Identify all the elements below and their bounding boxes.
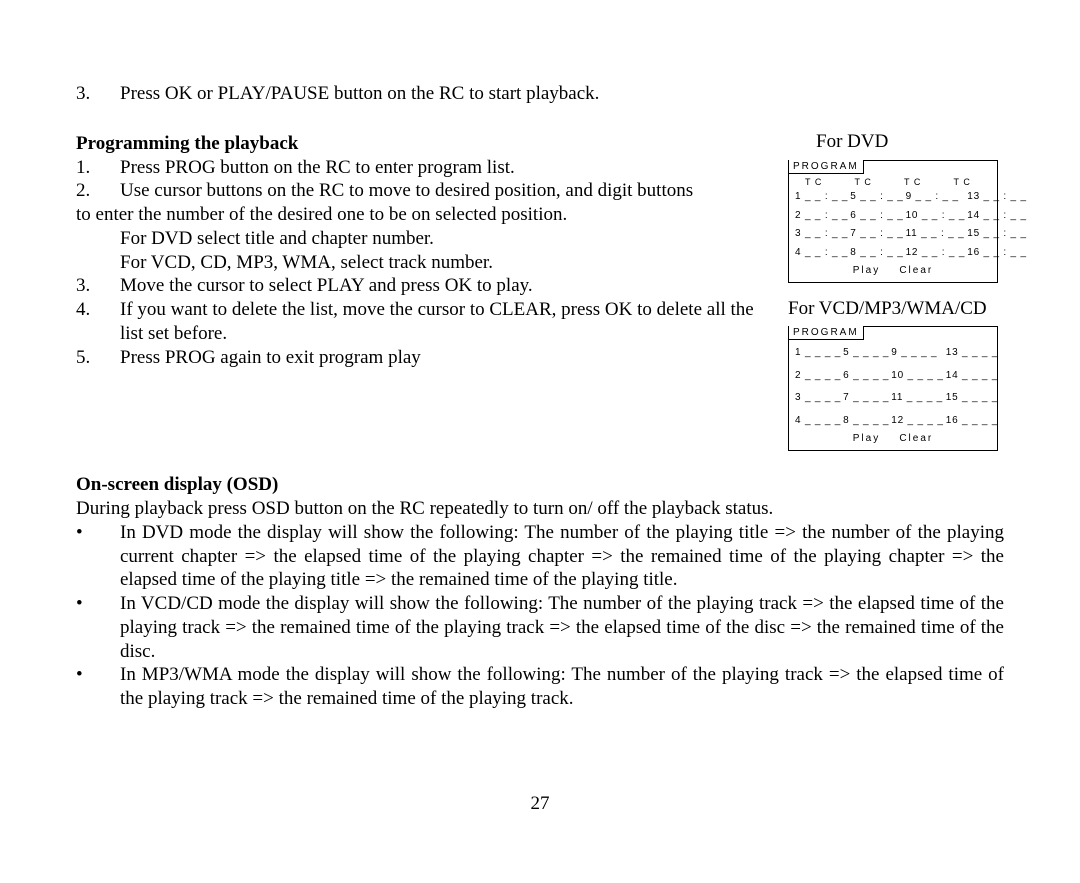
program-tab-label: PROGRAM	[788, 326, 864, 340]
column-header: T C	[944, 177, 992, 188]
program-tab-label: PROGRAM	[788, 160, 864, 174]
list-number: 2.	[76, 179, 120, 203]
bullet-text: In DVD mode the display will show the fo…	[120, 521, 1004, 592]
program-cell: 6 _ _ : _ _	[850, 210, 903, 223]
program-play-label: Play	[853, 433, 880, 444]
list-text: Press PROG button on the RC to enter pro…	[120, 156, 771, 180]
program-cell: 4 _ _ _ _	[795, 415, 841, 428]
figure-caption-vcd: For VCD/MP3/WMA/CD	[788, 297, 1003, 321]
list-text: Press OK or PLAY/PAUSE button on the RC …	[120, 82, 771, 106]
program-cell: 5 _ _ _ _	[843, 347, 889, 360]
program-box-dvd: PROGRAM T C T C T C T C 1 _ _ : _ _5 _ _…	[788, 160, 998, 283]
program-cell: 1 _ _ : _ _	[795, 191, 848, 204]
osd-intro: During playback press OSD button on the …	[76, 497, 1004, 521]
list-text: Use cursor buttons on the RC to move to …	[120, 179, 771, 203]
list-number: 5.	[76, 346, 120, 370]
list-text: Press PROG again to exit program play	[120, 346, 771, 370]
program-cell: 12 _ _ : _ _	[906, 247, 966, 260]
program-cell: 13 _ _ _ _	[946, 347, 998, 360]
program-cell: 2 _ _ _ _	[795, 370, 841, 383]
program-cell: 10 _ _ : _ _	[906, 210, 966, 223]
program-play-label: Play	[853, 265, 880, 276]
bullet-icon: •	[76, 663, 120, 711]
program-cell: 15 _ _ _ _	[946, 392, 998, 405]
program-cell: 16 _ _ _ _	[946, 415, 998, 428]
list-text: Move the cursor to select PLAY and press…	[120, 274, 771, 298]
program-cell: 11 _ _ _ _	[891, 392, 943, 405]
list-number: 4.	[76, 298, 120, 346]
program-box-vcd: PROGRAM 1 _ _ _ _5 _ _ _ _9 _ _ _ _13 _ …	[788, 326, 998, 451]
top-continuation: 3. Press OK or PLAY/PAUSE button on the …	[76, 82, 771, 106]
bullet-text: In MP3/WMA mode the display will show th…	[120, 663, 1004, 711]
program-cell: 3 _ _ : _ _	[795, 228, 848, 241]
program-clear-label: Clear	[899, 433, 933, 444]
list-number: 3.	[76, 274, 120, 298]
program-cell: 15 _ _ : _ _	[967, 228, 1027, 241]
program-cell: 9 _ _ : _ _	[906, 191, 966, 204]
program-cell: 3 _ _ _ _	[795, 392, 841, 405]
program-cell: 11 _ _ : _ _	[906, 228, 966, 241]
program-cell: 7 _ _ _ _	[843, 392, 889, 405]
list-text-continuation: to enter the number of the desired one t…	[76, 203, 771, 227]
program-cell: 7 _ _ : _ _	[850, 228, 903, 241]
program-cell: 8 _ _ _ _	[843, 415, 889, 428]
figure-caption-dvd: For DVD	[816, 130, 1003, 154]
list-number: 1.	[76, 156, 120, 180]
program-cell: 5 _ _ : _ _	[850, 191, 903, 204]
section-heading-osd: On-screen display (OSD)	[76, 473, 1004, 497]
column-header: T C	[845, 177, 893, 188]
bullet-icon: •	[76, 521, 120, 592]
program-cell: 4 _ _ : _ _	[795, 247, 848, 260]
program-cell: 9 _ _ _ _	[891, 347, 943, 360]
program-cell: 2 _ _ : _ _	[795, 210, 848, 223]
list-number: 3.	[76, 82, 120, 106]
side-figures: For DVD PROGRAM T C T C T C T C 1 _ _ : …	[788, 130, 1003, 451]
column-header: T C	[894, 177, 942, 188]
bullet-icon: •	[76, 592, 120, 663]
list-text: If you want to delete the list, move the…	[120, 298, 771, 346]
program-cell: 14 _ _ : _ _	[967, 210, 1027, 223]
column-header: T C	[795, 177, 843, 188]
program-cell: 16 _ _ : _ _	[967, 247, 1027, 260]
page-number: 27	[0, 792, 1080, 816]
list-subtext: For DVD select title and chapter number.	[120, 227, 771, 251]
program-clear-label: Clear	[899, 265, 933, 276]
program-cell: 8 _ _ : _ _	[850, 247, 903, 260]
section-heading-programming: Programming the playback	[76, 132, 771, 156]
program-cell: 6 _ _ _ _	[843, 370, 889, 383]
program-cell: 12 _ _ _ _	[891, 415, 943, 428]
program-cell: 10 _ _ _ _	[891, 370, 943, 383]
bullet-text: In VCD/CD mode the display will show the…	[120, 592, 1004, 663]
list-subtext: For VCD, CD, MP3, WMA, select track numb…	[120, 251, 771, 275]
program-cell: 1 _ _ _ _	[795, 347, 841, 360]
program-cell: 14 _ _ _ _	[946, 370, 998, 383]
program-cell: 13 _ _ : _ _	[967, 191, 1027, 204]
